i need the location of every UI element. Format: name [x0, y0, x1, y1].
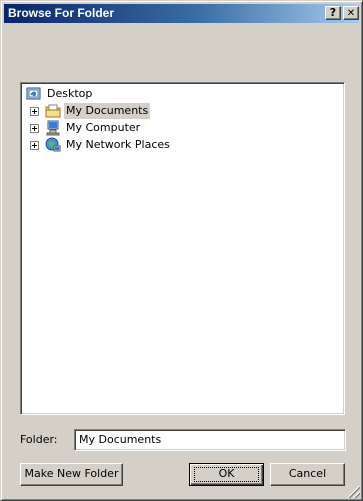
- button-label: Cancel: [288, 467, 327, 480]
- tree-item-label: Desktop: [47, 87, 93, 100]
- expand-toggle[interactable]: [30, 107, 39, 116]
- help-icon: ?: [329, 6, 337, 19]
- folder-tree[interactable]: Desktop My Documents My Computer My Netw…: [20, 82, 345, 415]
- window-title: Browse For Folder: [8, 6, 115, 20]
- expand-toggle[interactable]: [30, 141, 39, 150]
- button-label: Make New Folder: [24, 467, 119, 480]
- folder-input[interactable]: My Documents: [74, 429, 346, 451]
- desktop-icon: [26, 86, 42, 102]
- resize-grip[interactable]: [348, 486, 360, 498]
- title-bar[interactable]: Browse For Folder ? ✕: [4, 4, 359, 23]
- tree-item-label: My Network Places: [66, 138, 170, 151]
- make-new-folder-button[interactable]: Make New Folder: [20, 463, 123, 486]
- tree-item-label: My Computer: [66, 121, 141, 134]
- computer-icon: [45, 120, 61, 136]
- button-label: OK: [218, 467, 235, 480]
- expand-toggle[interactable]: [30, 124, 39, 133]
- browse-for-folder-dialog: Browse For Folder ? ✕ Desktop My Documen…: [0, 0, 363, 501]
- tree-item-label: My Documents: [64, 103, 151, 119]
- folder-field-label: Folder:: [20, 433, 58, 446]
- tree-item-my-computer[interactable]: My Computer: [30, 120, 230, 136]
- tree-item-my-network-places[interactable]: My Network Places: [30, 137, 250, 153]
- documents-folder-icon: [45, 103, 61, 119]
- help-button[interactable]: ?: [325, 6, 341, 20]
- close-button[interactable]: ✕: [343, 6, 359, 20]
- ok-button[interactable]: OK: [189, 463, 264, 486]
- tree-item-desktop[interactable]: Desktop: [26, 86, 176, 102]
- cancel-button[interactable]: Cancel: [270, 463, 345, 486]
- close-icon: ✕: [346, 8, 356, 19]
- network-places-icon: [45, 137, 61, 153]
- tree-item-my-documents[interactable]: My Documents: [30, 103, 230, 119]
